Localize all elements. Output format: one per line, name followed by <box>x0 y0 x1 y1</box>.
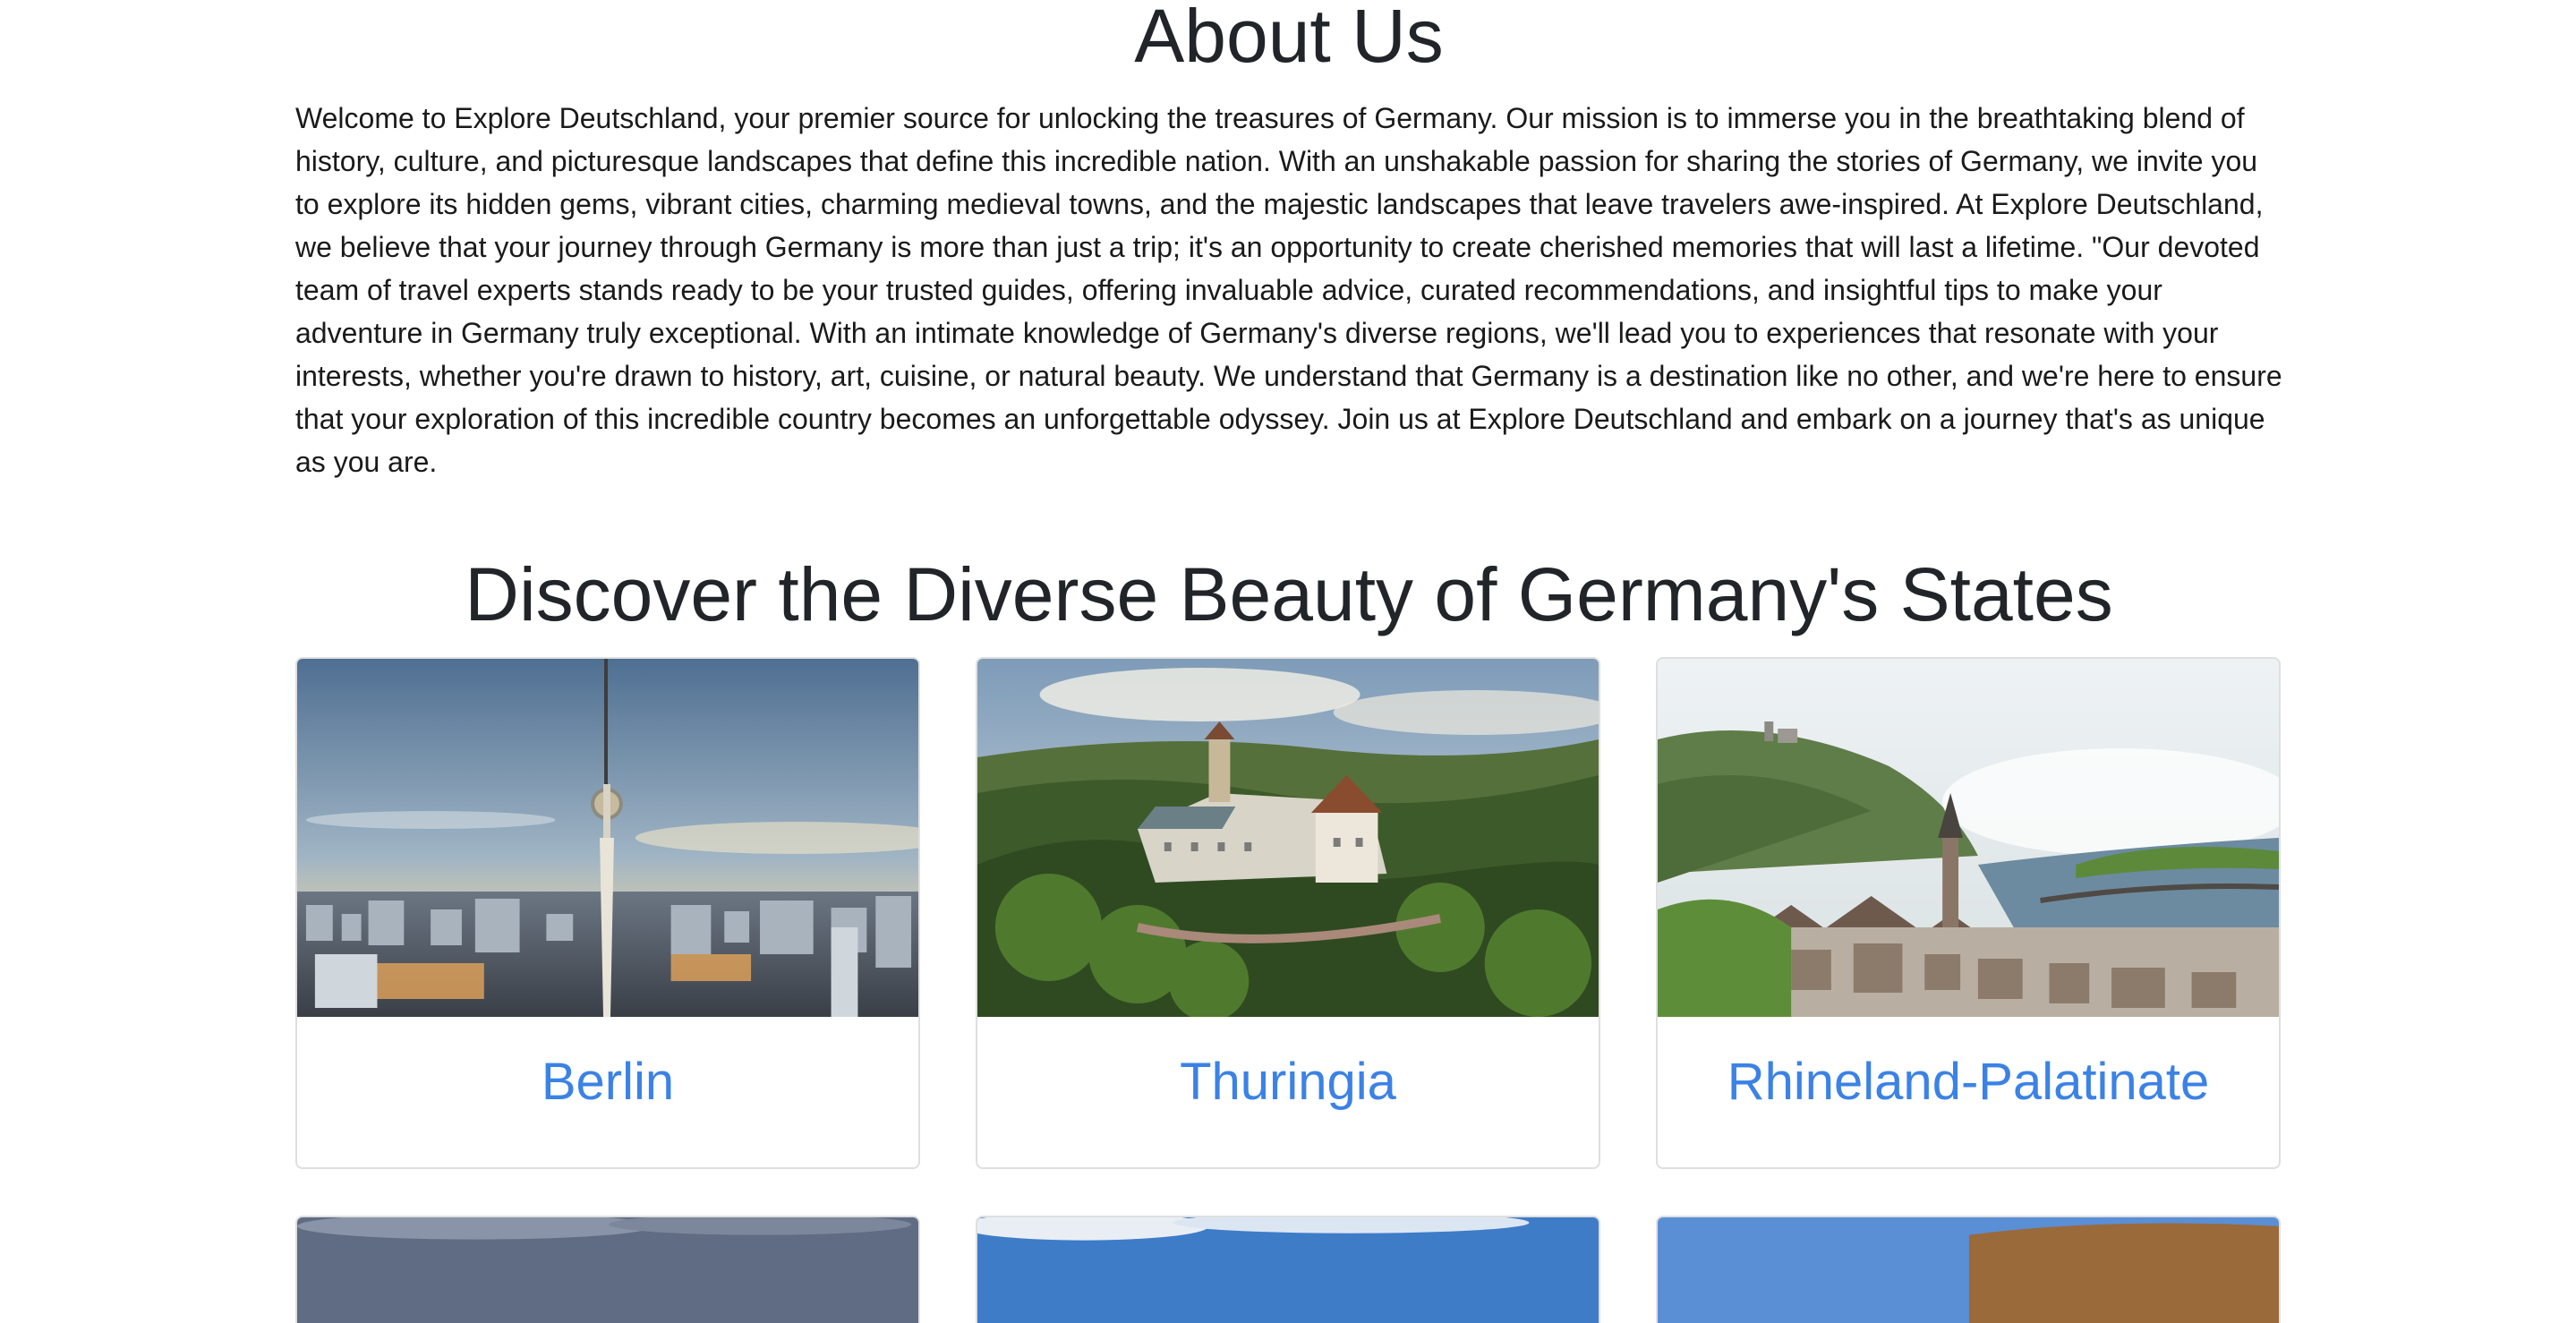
state-card-thuringia[interactable]: Thuringia <box>976 657 1600 1169</box>
state-card-title-rhineland-palatinate[interactable]: Rhineland-Palatinate <box>1658 1051 2279 1114</box>
state-card-title-thuringia[interactable]: Thuringia <box>977 1051 1599 1114</box>
state-card-row2-3[interactable] <box>1656 1216 2281 1323</box>
thuringia-photo <box>977 659 1599 1017</box>
state-card-rhineland-palatinate[interactable]: Rhineland-Palatinate <box>1656 657 2281 1169</box>
state-card-row2-1-photo <box>297 1217 918 1323</box>
state-card-row2-1[interactable] <box>295 1216 920 1323</box>
berlin-photo <box>297 659 918 1017</box>
about-paragraph: Welcome to Explore Deutschland, your pre… <box>295 102 2282 478</box>
state-card-title-berlin[interactable]: Berlin <box>297 1051 918 1114</box>
state-card-berlin[interactable]: Berlin <box>295 657 920 1169</box>
states-title: Discover the Diverse Beauty of Germany's… <box>465 552 2113 636</box>
state-card-row2-2-photo <box>977 1217 1599 1323</box>
rhineland-palatinate-photo <box>1658 659 2279 1017</box>
about-title: About Us <box>1134 0 1444 78</box>
state-card-row2-2[interactable] <box>976 1216 1600 1323</box>
state-card-row2-3-photo <box>1658 1217 2279 1323</box>
